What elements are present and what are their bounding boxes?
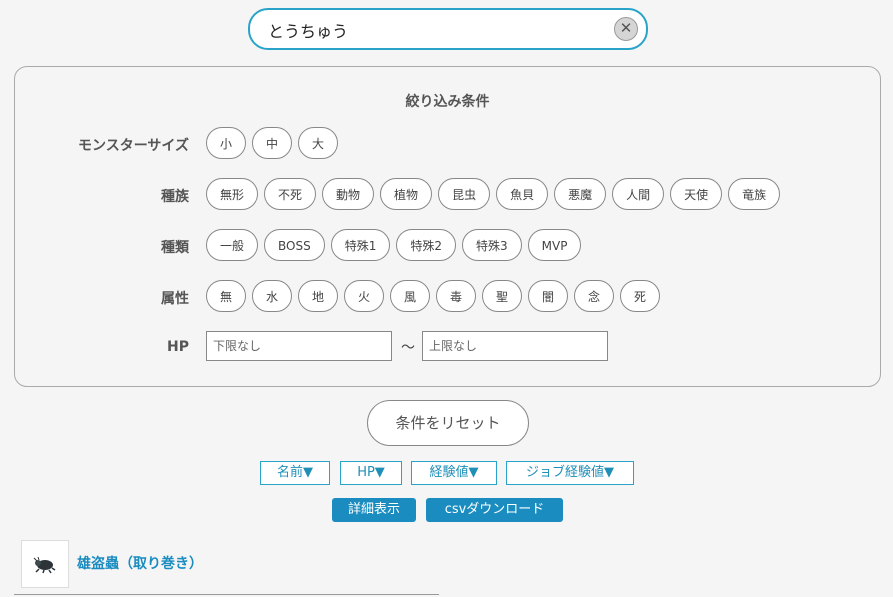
race-chip[interactable]: 人間: [612, 178, 665, 210]
hp-range-separator: ～: [401, 340, 415, 356]
clear-search-icon[interactable]: ✕: [614, 17, 638, 41]
sort-hp-button[interactable]: HP▼: [340, 461, 402, 485]
element-chip[interactable]: 死: [620, 280, 660, 312]
type-chip[interactable]: 特殊2: [396, 229, 456, 261]
size-chip-medium[interactable]: 中: [252, 127, 292, 159]
element-chip[interactable]: 無: [206, 280, 246, 312]
csv-download-button[interactable]: csvダウンロード: [426, 498, 563, 522]
element-label: 属性: [161, 291, 189, 307]
search-input[interactable]: [266, 10, 600, 50]
race-label: 種族: [161, 189, 189, 205]
reset-filters-button[interactable]: 条件をリセット: [367, 400, 529, 446]
race-chip[interactable]: 悪魔: [554, 178, 607, 210]
type-label: 種類: [161, 240, 189, 256]
race-chip[interactable]: 植物: [380, 178, 433, 210]
race-chip[interactable]: 竜族: [728, 178, 781, 210]
element-chip[interactable]: 毒: [436, 280, 476, 312]
hp-max-input[interactable]: [422, 331, 608, 361]
monster-name-link[interactable]: 雄盗蟲（取り巻き）: [77, 553, 203, 573]
race-chip[interactable]: 無形: [206, 178, 259, 210]
element-chip[interactable]: 水: [252, 280, 292, 312]
monster-thumbnail[interactable]: [21, 540, 69, 588]
element-chip[interactable]: 聖: [482, 280, 522, 312]
result-divider: [14, 594, 439, 595]
sort-name-button[interactable]: 名前▼: [260, 461, 330, 485]
race-chip[interactable]: 動物: [322, 178, 375, 210]
filter-panel: 絞り込み条件 モンスターサイズ 小中大 種族 無形 不死 動物 植物 昆虫 魚貝 悪魔 人間天…: [14, 66, 881, 387]
type-chip[interactable]: 特殊3: [462, 229, 522, 261]
filter-row-hp: HP ～: [15, 331, 880, 365]
sort-bar: 名前▼ HP▼ 経験値▼ ジョブ経験値▼: [0, 461, 893, 485]
type-chip[interactable]: MVP: [527, 229, 582, 261]
race-chip[interactable]: 昆虫: [438, 178, 491, 210]
sort-job-exp-button[interactable]: ジョブ経験値▼: [506, 461, 634, 485]
element-chip[interactable]: 火: [344, 280, 384, 312]
race-chip[interactable]: 天使: [670, 178, 723, 210]
race-chip[interactable]: 不死: [264, 178, 317, 210]
element-chip[interactable]: 地: [298, 280, 338, 312]
element-chip[interactable]: 念: [574, 280, 614, 312]
element-chip[interactable]: 闇: [528, 280, 568, 312]
detail-view-button[interactable]: 詳細表示: [332, 498, 416, 522]
size-chip-large[interactable]: 大: [298, 127, 338, 159]
hp-min-input[interactable]: [206, 331, 392, 361]
search-box: ✕: [248, 8, 648, 50]
hp-label: HP: [167, 339, 189, 355]
bug-icon: [33, 556, 56, 574]
type-chip[interactable]: 一般: [206, 229, 259, 261]
race-chip[interactable]: 魚貝: [496, 178, 549, 210]
size-label: モンスターサイズ: [77, 138, 189, 154]
filter-title: 絞り込み条件: [405, 94, 490, 110]
element-chip[interactable]: 風: [390, 280, 430, 312]
sort-exp-button[interactable]: 経験値▼: [411, 461, 497, 485]
size-chip-small[interactable]: 小: [206, 127, 246, 159]
type-chip[interactable]: 特殊1: [330, 229, 391, 261]
type-chip[interactable]: BOSS: [264, 229, 325, 261]
